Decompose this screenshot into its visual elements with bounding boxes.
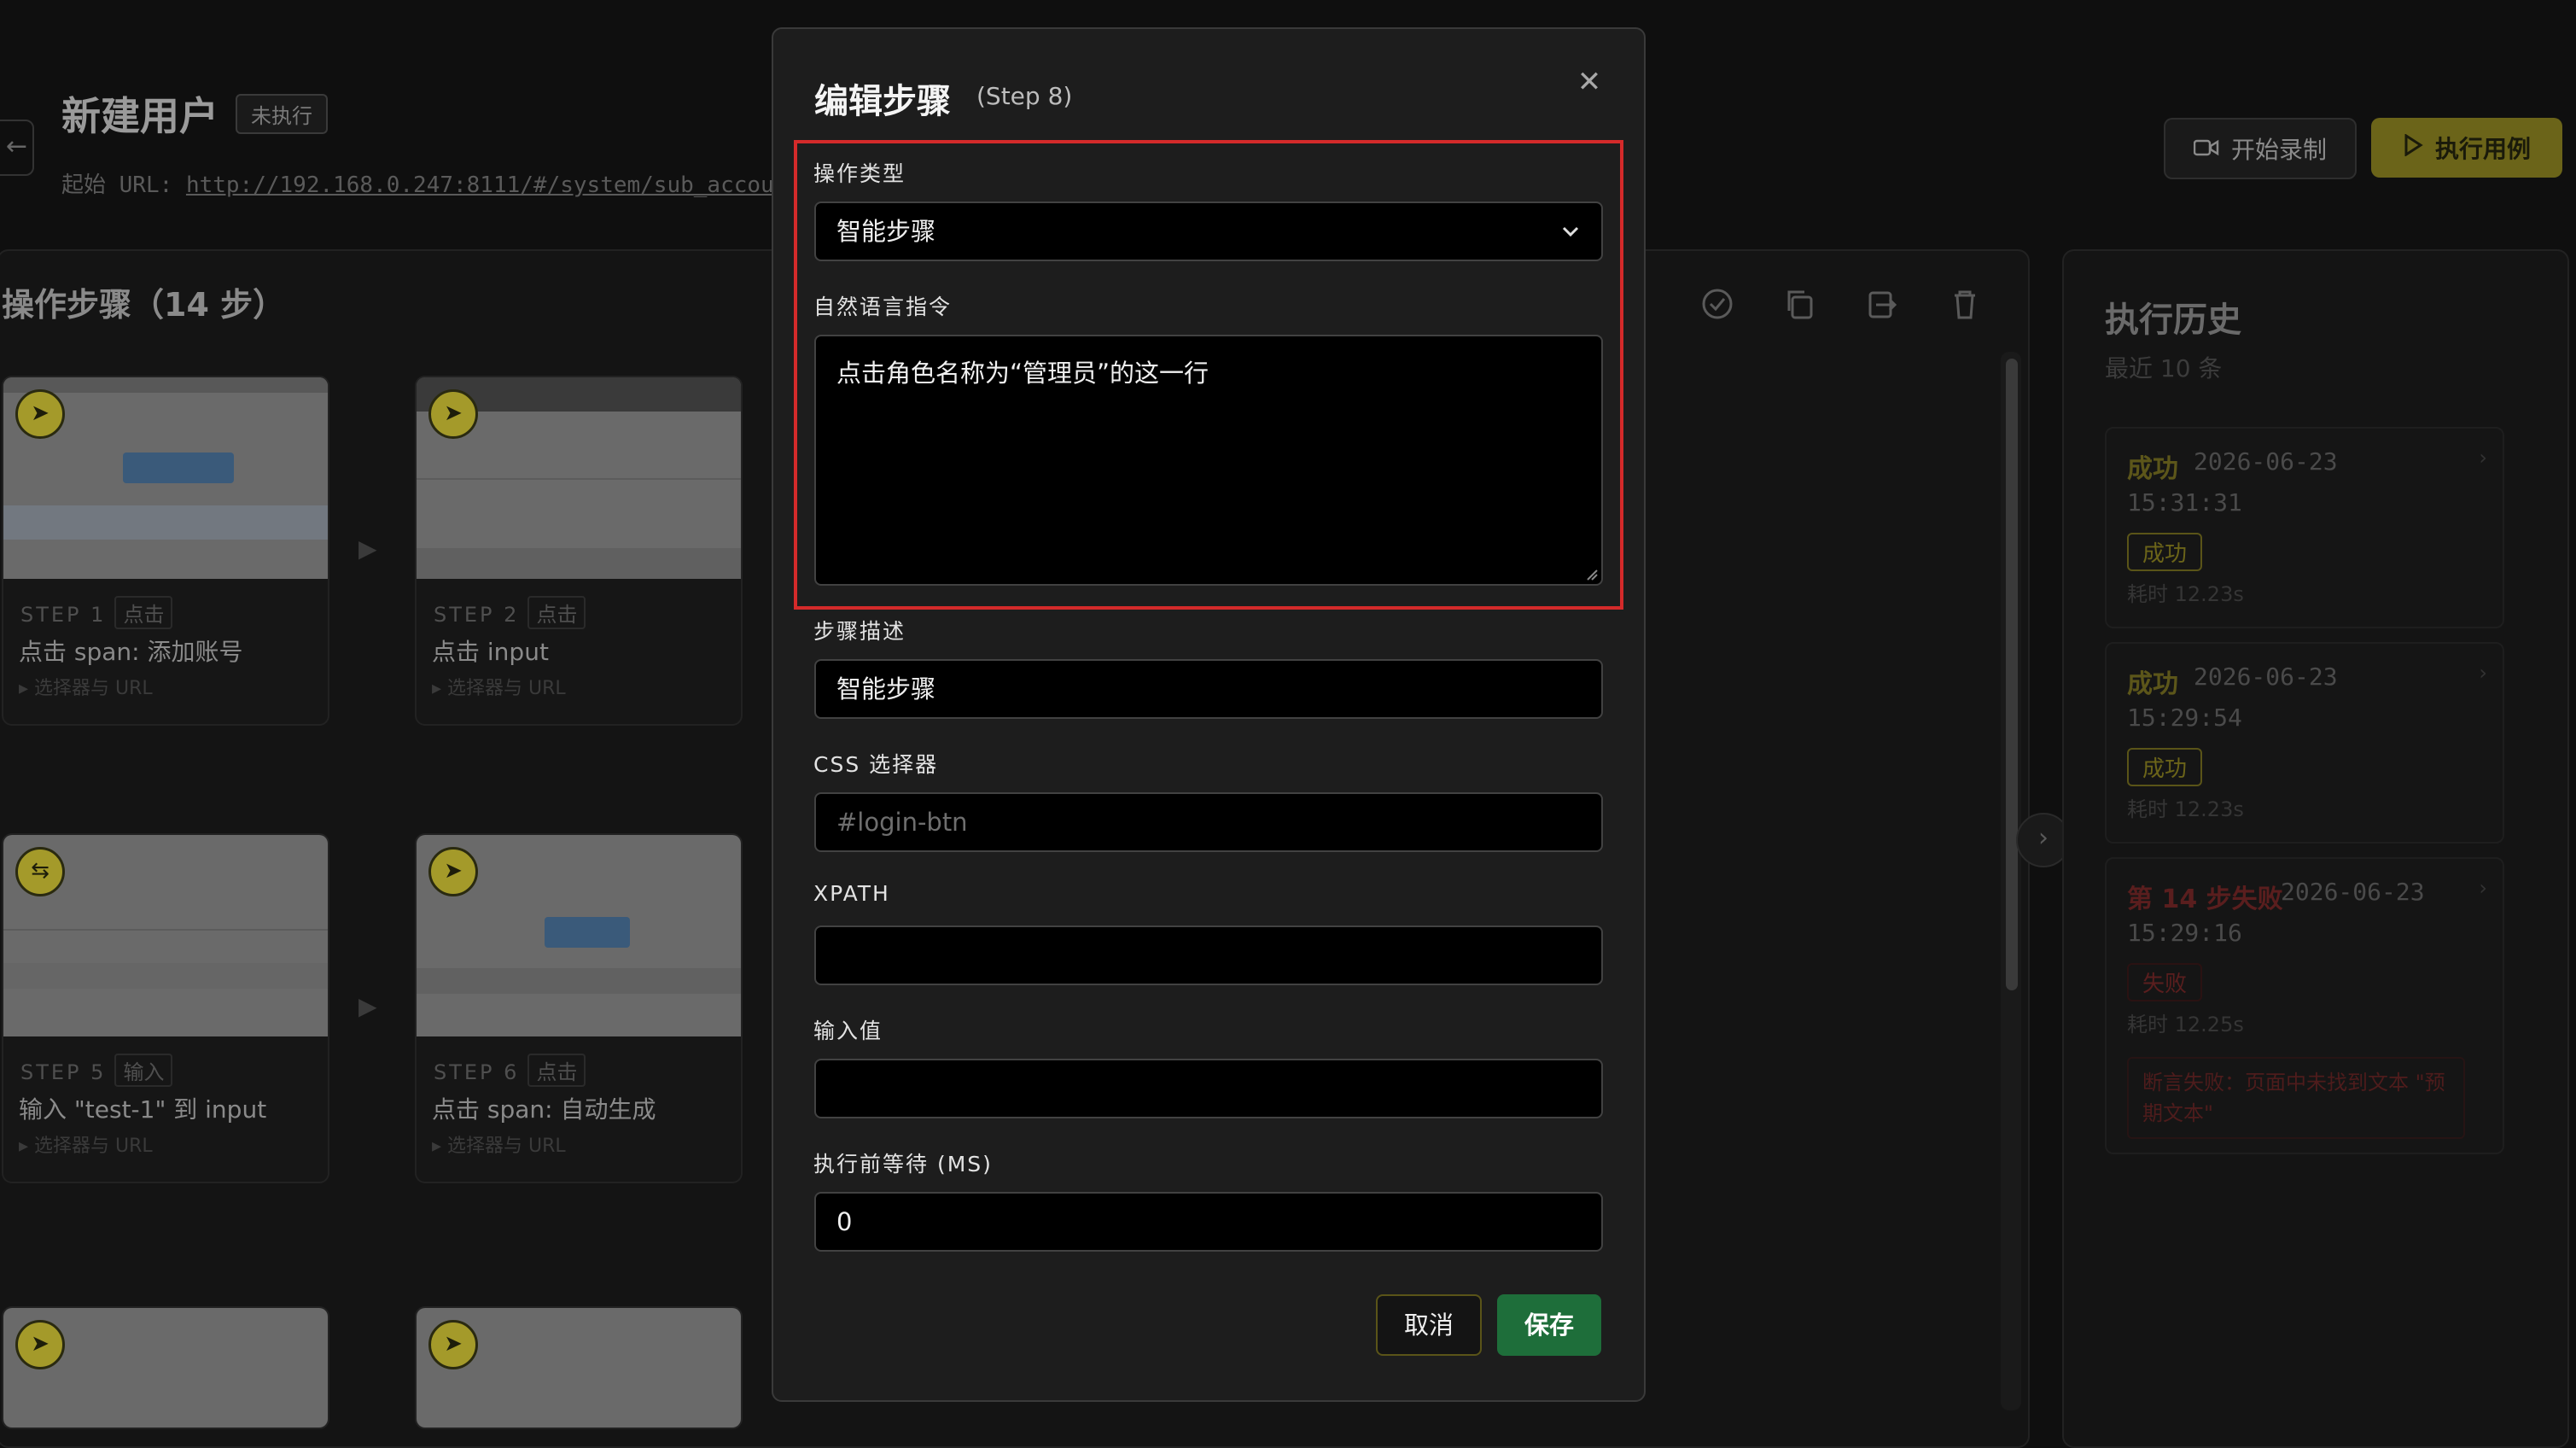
export-icon[interactable] — [1864, 287, 1898, 321]
history-error-message: 断言失败：页面中未找到文本 "预期文本" — [2127, 1057, 2465, 1139]
cursor-icon: ➤ — [15, 1320, 65, 1369]
step-card[interactable]: ➤ STEP 2 点击 点击 input ▸ 选择器与 URL — [415, 376, 743, 726]
history-duration: 耗时 12.23s — [2127, 797, 2244, 821]
history-title: 执行历史 — [2105, 301, 2241, 340]
step-meta: STEP 1 点击 — [20, 596, 173, 629]
history-result-badge: 成功 — [2127, 533, 2203, 571]
wait-before-label: 执行前等待 (MS) — [813, 1152, 993, 1176]
dialog-step-number: (Step 8) — [976, 82, 1073, 110]
step-title: 点击 input — [432, 638, 549, 666]
check-circle-icon[interactable] — [1700, 287, 1734, 321]
step-meta: STEP 5 输入 — [20, 1054, 173, 1087]
camera-icon — [2193, 135, 2219, 163]
history-time: 15:31:31 — [2127, 488, 2242, 517]
xpath-input[interactable] — [814, 925, 1603, 985]
close-icon[interactable]: ✕ — [1574, 67, 1605, 97]
start-recording-button[interactable]: 开始录制 — [2164, 118, 2357, 179]
history-duration: 耗时 12.23s — [2127, 582, 2244, 606]
step-kind-badge: 输入 — [114, 1054, 173, 1087]
step-kind-badge: 点击 — [114, 596, 173, 629]
op-type-label: 操作类型 — [813, 161, 906, 186]
step-description-label: 步骤描述 — [813, 619, 906, 644]
trash-icon[interactable] — [1948, 287, 1982, 321]
step-card[interactable]: ➤ STEP 1 点击 点击 span: 添加账号 ▸ 选择器与 URL — [2, 376, 329, 726]
xpath-label: XPATH — [813, 881, 890, 906]
cursor-icon: ➤ — [428, 389, 478, 439]
history-date: 2026-06-23 — [2281, 878, 2425, 906]
start-recording-label: 开始录制 — [2230, 136, 2327, 164]
run-case-button[interactable]: 执行用例 — [2371, 118, 2562, 178]
step-selector-toggle[interactable]: ▸ 选择器与 URL — [432, 673, 566, 700]
step-card[interactable]: ➤ — [415, 1306, 743, 1429]
history-item[interactable]: 第 14 步失败 2026-06-23 15:29:16 失败 耗时 12.25… — [2105, 857, 2504, 1154]
start-url: 起始 URL: http://192.168.0.247:8111/#/syst… — [61, 167, 801, 199]
history-duration: 耗时 12.25s — [2127, 1013, 2244, 1036]
steps-scrollbar-thumb[interactable] — [2006, 359, 2018, 990]
step-card[interactable]: ➤ STEP 6 点击 点击 span: 自动生成 ▸ 选择器与 URL — [415, 833, 743, 1183]
op-type-value: 智能步骤 — [836, 217, 936, 246]
run-case-label: 执行用例 — [2434, 135, 2531, 163]
cursor-icon: ➤ — [15, 389, 65, 439]
step-meta: STEP 2 点击 — [434, 596, 586, 629]
sign-icon: ⇆ — [15, 847, 65, 896]
history-status: 成功 — [2127, 669, 2178, 699]
history-result-badge: 失败 — [2127, 963, 2203, 1001]
step-selector-toggle[interactable]: ▸ 选择器与 URL — [432, 1130, 566, 1158]
chevron-right-icon: › — [2479, 661, 2487, 685]
step-title: 点击 span: 自动生成 — [432, 1095, 656, 1124]
chevron-down-icon — [1560, 203, 1581, 281]
css-selector-input[interactable]: #login-btn — [814, 792, 1603, 852]
dialog-title: 编辑步骤 — [814, 82, 951, 121]
op-type-select[interactable]: 智能步骤 — [814, 201, 1603, 261]
steps-title: 操作步骤（14 步） — [2, 286, 286, 324]
copy-icon[interactable] — [1782, 287, 1816, 321]
history-result-badge: 成功 — [2127, 748, 2203, 786]
input-value-field[interactable] — [814, 1059, 1603, 1118]
history-subtitle: 最近 10 条 — [2105, 354, 2223, 382]
start-url-link[interactable]: http://192.168.0.247:8111/#/system/sub_a… — [186, 172, 801, 198]
play-icon — [2403, 132, 2423, 162]
chevron-right-icon: › — [2479, 446, 2487, 470]
nl-instruction-value: 点击角色名称为“管理员”的这一行 — [836, 359, 1209, 388]
save-button[interactable]: 保存 — [1497, 1294, 1601, 1356]
nl-instruction-textarea[interactable]: 点击角色名称为“管理员”的这一行 — [814, 335, 1603, 586]
cursor-icon: ➤ — [428, 1320, 478, 1369]
chevron-right-icon: › — [2479, 876, 2487, 900]
step-arrow-icon: ▶ — [358, 534, 377, 563]
resize-handle-icon[interactable] — [1586, 569, 1598, 581]
history-status: 成功 — [2127, 454, 2178, 484]
step-title: 点击 span: 添加账号 — [19, 638, 243, 666]
step-description-input[interactable]: 智能步骤 — [814, 659, 1603, 719]
step-kind-badge: 点击 — [527, 596, 586, 629]
step-arrow-icon: ▶ — [358, 992, 377, 1020]
step-card[interactable]: ➤ — [2, 1306, 329, 1429]
step-card[interactable]: ⇆ STEP 5 输入 输入 "test-1" 到 input ▸ 选择器与 UR… — [2, 833, 329, 1183]
input-value-label: 输入值 — [813, 1019, 883, 1043]
nl-instruction-label: 自然语言指令 — [813, 295, 953, 319]
step-selector-toggle[interactable]: ▸ 选择器与 URL — [19, 673, 153, 700]
css-selector-label: CSS 选择器 — [813, 752, 939, 777]
status-badge: 未执行 — [236, 94, 328, 134]
history-item[interactable]: 成功 2026-06-23 15:31:31 成功 耗时 12.23s › — [2105, 427, 2504, 628]
back-button[interactable]: ← — [0, 120, 34, 176]
cancel-button[interactable]: 取消 — [1376, 1294, 1482, 1356]
step-selector-toggle[interactable]: ▸ 选择器与 URL — [19, 1130, 153, 1158]
wait-before-input[interactable]: 0 — [814, 1192, 1603, 1252]
history-time: 15:29:54 — [2127, 704, 2242, 732]
history-time: 15:29:16 — [2127, 919, 2242, 947]
history-status: 第 14 步失败 — [2127, 885, 2283, 914]
history-item[interactable]: 成功 2026-06-23 15:29:54 成功 耗时 12.23s › — [2105, 642, 2504, 844]
step-meta: STEP 6 点击 — [434, 1054, 586, 1087]
history-date: 2026-06-23 — [2194, 663, 2338, 691]
cursor-icon: ➤ — [428, 847, 478, 896]
step-kind-badge: 点击 — [527, 1054, 586, 1087]
step-title: 输入 "test-1" 到 input — [19, 1095, 267, 1124]
page-title: 新建用户 — [61, 93, 219, 139]
history-date: 2026-06-23 — [2194, 447, 2338, 476]
start-url-label: 起始 URL: — [61, 172, 173, 198]
